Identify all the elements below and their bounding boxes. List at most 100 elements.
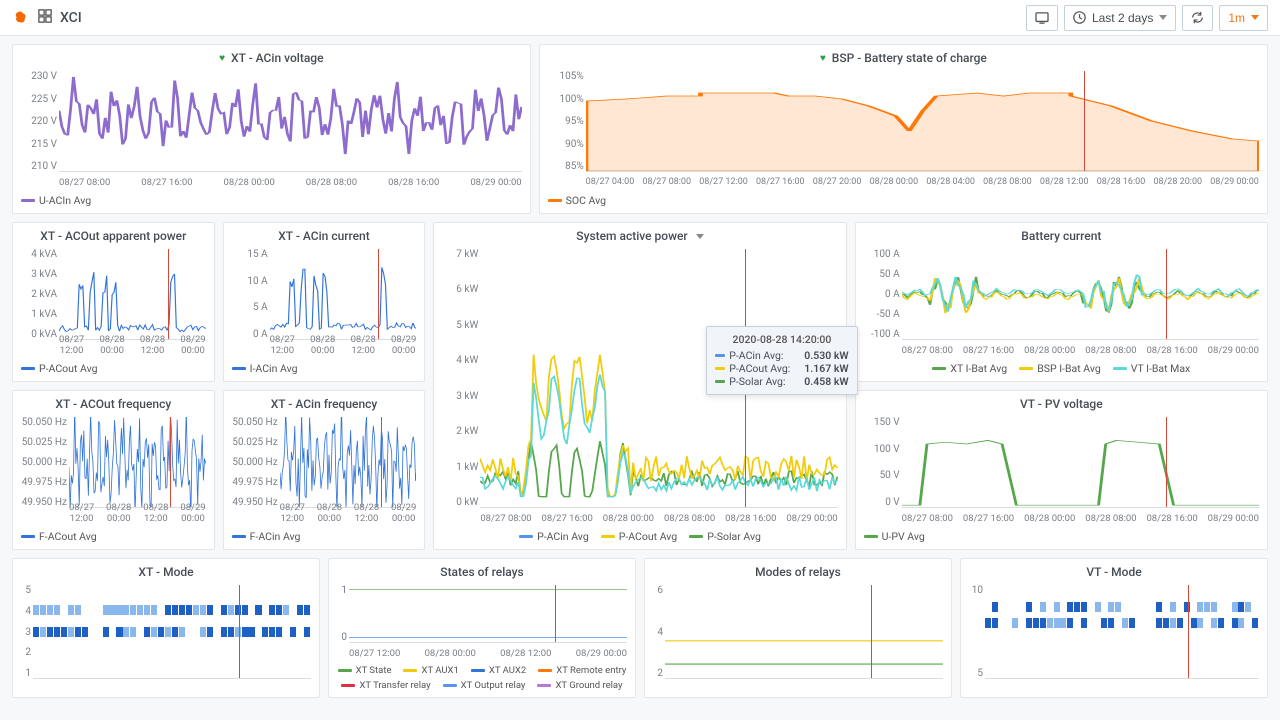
x-axis: 08/27 12:0008/28 00:0008/28 12:0008/29 0… [349, 649, 627, 659]
time-range-label: Last 2 days [1092, 11, 1153, 25]
time-cursor [381, 417, 382, 507]
panel-relay-modes[interactable]: Modes of relays 642 [644, 558, 952, 698]
plot-area[interactable] [985, 585, 1259, 679]
dashboard-title[interactable]: XCI [60, 10, 82, 26]
refresh-interval-label: 1m [1228, 11, 1245, 25]
panel-title: VT - Mode [1086, 565, 1141, 579]
panel-vt-mode[interactable]: VT - Mode 105 [960, 558, 1268, 698]
refresh-button[interactable] [1182, 5, 1213, 31]
time-cursor [239, 585, 240, 678]
legend: F-ACout Avg [13, 526, 214, 549]
y-axis: 7 kW6 kW5 kW4 kW3 kW2 kW1 kW0 kW [436, 249, 478, 508]
panel-acout-frequency[interactable]: XT - ACOut frequency 50.050 Hz50.025 Hz5… [12, 390, 215, 550]
time-cursor [170, 417, 171, 507]
panel-xt-mode[interactable]: XT - Mode 54321 [12, 558, 320, 698]
y-axis: 100 A50 A0 A-50 A-100 A [858, 249, 900, 340]
y-axis: 10 [331, 585, 347, 643]
legend: P-ACin Avg P-ACout Avg P-Solar Avg [434, 526, 845, 549]
panel-title: XT - Mode [138, 565, 193, 579]
plot-area[interactable] [59, 249, 206, 340]
y-axis: 150 V100 V50 V0 V [858, 417, 900, 508]
y-axis: 105 [963, 585, 983, 679]
panel-title: Modes of relays [755, 565, 841, 579]
chevron-down-icon [1251, 15, 1259, 20]
time-cursor [1166, 417, 1167, 507]
plot-area[interactable] [280, 417, 417, 508]
time-cursor [168, 249, 169, 339]
panel-system-active-power[interactable]: System active power 7 kW6 kW5 kW4 kW3 kW… [433, 222, 846, 550]
legend: XT I-Bat Avg BSP I-Bat Avg VT I-Bat Max [856, 358, 1267, 381]
panel-title: States of relays [440, 565, 523, 579]
panel-relay-states[interactable]: States of relays 10 08/27 12:0008/28 00:… [328, 558, 636, 698]
plot-area[interactable] [586, 71, 1259, 172]
x-axis: 08/27 04:0008/27 08:0008/27 12:0008/27 1… [586, 178, 1259, 188]
panel-acin-voltage[interactable]: ♥ XT - ACin voltage 230 V225 V220 V215 V2… [12, 44, 531, 214]
y-axis: 50.050 Hz50.025 Hz50.000 Hz49.975 Hz49.9… [226, 417, 278, 508]
y-axis: 50.050 Hz50.025 Hz50.000 Hz49.975 Hz49.9… [15, 417, 67, 508]
panel-bsp-soc[interactable]: ♥ BSP - Battery state of charge 105%100%9… [539, 44, 1268, 214]
legend: SOC Avg [540, 190, 1267, 213]
panel-title: XT - ACin voltage [231, 51, 324, 65]
panel-title: BSP - Battery state of charge [832, 51, 987, 65]
y-axis: 15 A10 A5 A0 A [226, 249, 268, 340]
grafana-logo-icon[interactable] [12, 10, 28, 26]
time-cursor [555, 585, 556, 642]
panel-acin-current[interactable]: XT - ACin current 15 A10 A5 A0 A 08/27 1… [223, 222, 426, 382]
time-cursor [871, 585, 872, 678]
time-cursor [378, 249, 379, 339]
dashboard-grid: ♥ XT - ACin voltage 230 V225 V220 V215 V2… [0, 36, 1280, 706]
legend: XT State XT AUX1 XT AUX2 XT Remote entry… [329, 661, 635, 697]
y-axis: 54321 [15, 585, 31, 679]
plot-area[interactable] [33, 585, 311, 679]
panel-title: Battery current [1021, 229, 1101, 243]
panel-battery-current[interactable]: Battery current 100 A50 A0 A-50 A-100 A … [855, 222, 1268, 382]
time-range-picker[interactable]: Last 2 days [1064, 5, 1176, 31]
legend: I-ACin Avg [224, 358, 425, 381]
panel-title: System active power [576, 229, 687, 243]
plot-area[interactable] [902, 417, 1259, 508]
refresh-interval-picker[interactable]: 1m [1219, 5, 1268, 31]
legend: F-ACin Avg [224, 526, 425, 549]
tv-mode-button[interactable] [1026, 5, 1058, 31]
time-cursor [1166, 249, 1167, 339]
panel-pv-voltage[interactable]: VT - PV voltage 150 V100 V50 V0 V 08/27 … [855, 390, 1268, 550]
x-axis: 08/27 12:0008/28 00:0008/28 12:0008/29 0… [270, 335, 417, 356]
plot-area[interactable] [59, 71, 522, 172]
y-axis: 642 [647, 585, 663, 679]
x-axis: 08/27 08:0008/27 16:0008/28 00:0008/28 0… [59, 178, 522, 188]
x-axis: 08/27 12:0008/28 00:0008/28 12:0008/29 0… [280, 503, 417, 524]
legend: P-ACout Avg [13, 358, 214, 381]
panel-title: XT - ACOut apparent power [40, 229, 186, 243]
dashboard-icon[interactable] [38, 9, 52, 26]
hover-tooltip: 2020-08-28 14:20:00 P-ACin Avg:0.530 kW … [706, 326, 857, 395]
x-axis: 08/27 08:0008/27 16:0008/28 00:0008/28 0… [902, 346, 1259, 356]
plot-area[interactable] [270, 249, 417, 340]
legend: U-ACIn Avg [13, 190, 530, 213]
plot-area[interactable] [902, 249, 1259, 340]
topbar: XCI Last 2 days 1m [0, 0, 1280, 36]
panel-title: XT - ACin frequency [271, 397, 378, 411]
x-axis: 08/27 12:0008/28 00:0008/28 12:0008/29 0… [59, 335, 206, 356]
panel-acout-power[interactable]: XT - ACOut apparent power 4 kVA3 kVA2 kV… [12, 222, 215, 382]
panel-title: XT - ACin current [278, 229, 370, 243]
plot-area[interactable]: 2020-08-28 14:20:00 P-ACin Avg:0.530 kW … [480, 249, 837, 508]
plot-area[interactable] [665, 585, 943, 679]
panel-title: XT - ACOut frequency [55, 397, 171, 411]
x-axis: 08/27 08:0008/27 16:0008/28 00:0008/28 0… [480, 514, 837, 524]
chevron-down-icon [1159, 15, 1167, 20]
y-axis: 105%100%95%90%85% [542, 71, 584, 172]
legend: U-PV Avg [856, 526, 1267, 549]
time-cursor [1188, 585, 1189, 678]
y-axis: 4 kVA3 kVA2 kVA1 kVA0 kVA [15, 249, 57, 340]
plot-area[interactable] [349, 585, 627, 643]
x-axis: 08/27 08:0008/27 16:0008/28 00:0008/28 0… [902, 514, 1259, 524]
y-axis: 230 V225 V220 V215 V210 V [15, 71, 57, 172]
time-cursor [1084, 71, 1085, 171]
heart-icon: ♥ [820, 53, 826, 64]
plot-area[interactable] [69, 417, 206, 508]
chevron-down-icon[interactable] [696, 234, 704, 239]
panel-title: VT - PV voltage [1020, 397, 1103, 411]
heart-icon: ♥ [219, 53, 225, 64]
panel-acin-frequency[interactable]: XT - ACin frequency 50.050 Hz50.025 Hz50… [223, 390, 426, 550]
x-axis: 08/27 12:0008/28 00:0008/28 12:0008/29 0… [69, 503, 206, 524]
